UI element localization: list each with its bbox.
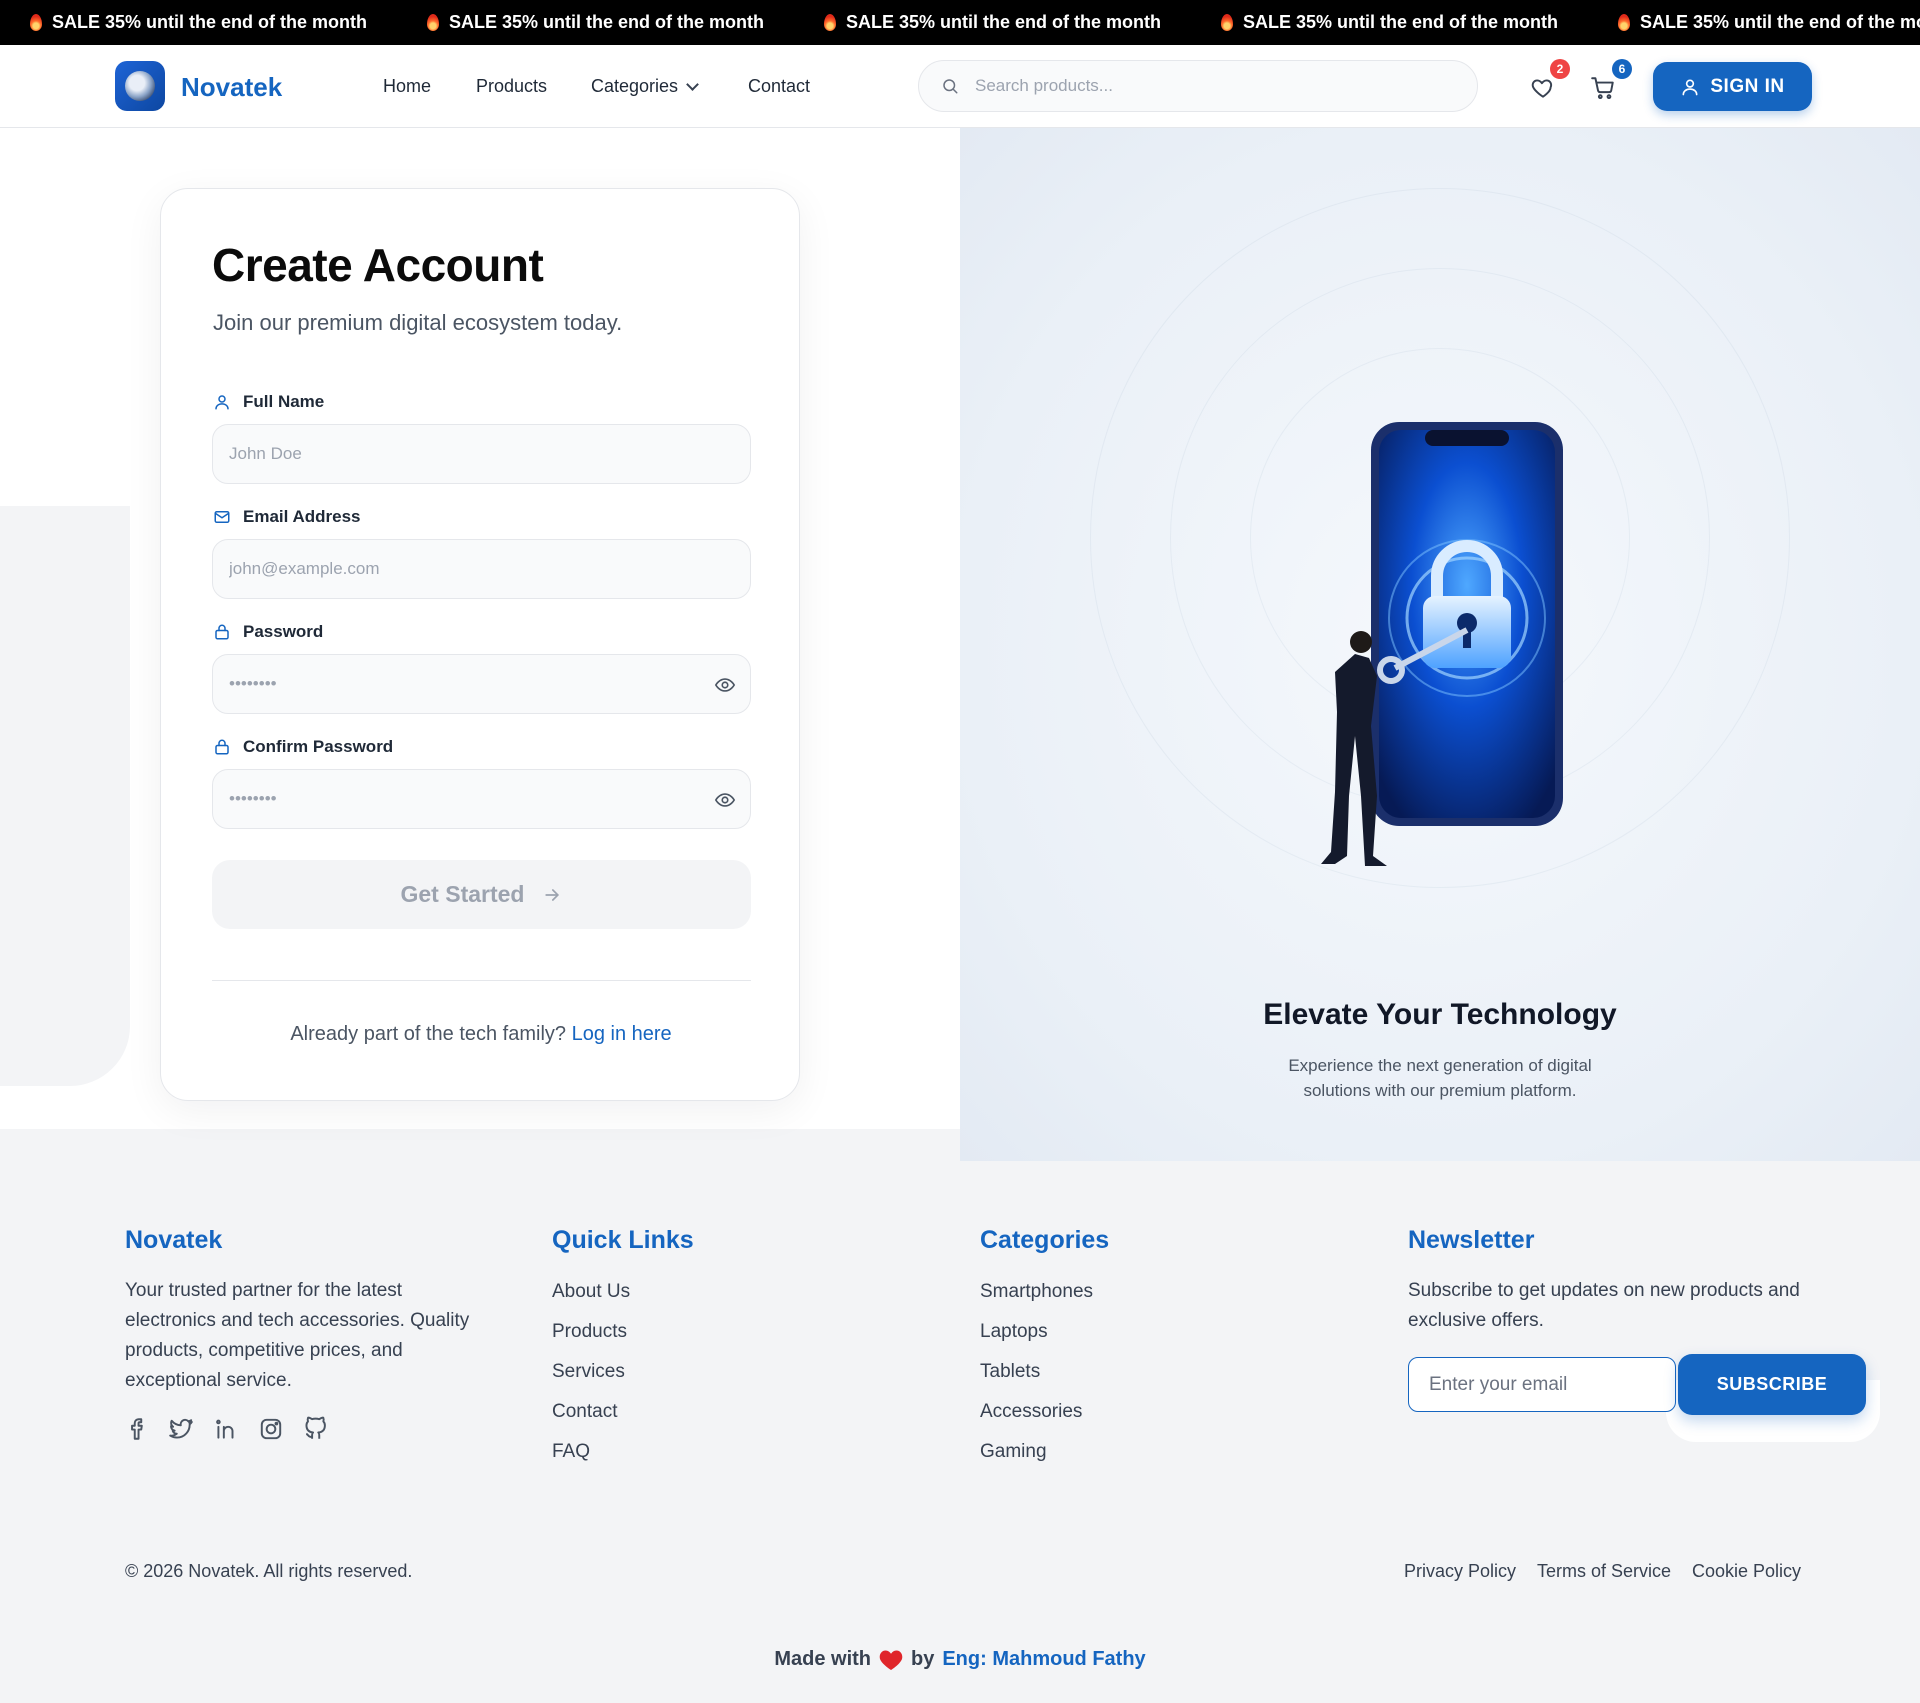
full-name-field — [212, 424, 751, 484]
login-link[interactable]: Log in here — [572, 1023, 672, 1045]
fire-icon — [824, 14, 836, 31]
footer-link-contact[interactable]: Contact — [552, 1401, 617, 1423]
nav-categories-label: Categories — [591, 76, 679, 96]
phone-security-illustration — [1321, 422, 1563, 866]
hero-subtitle: Experience the next generation of digita… — [1288, 1056, 1592, 1100]
newsletter-text: Subscribe to get updates on new products… — [1408, 1280, 1800, 1331]
privacy-policy-link[interactable]: Privacy Policy — [1404, 1561, 1516, 1582]
confirm-password-label: Confirm Password — [213, 737, 393, 757]
signup-card: Create Account Join our premium digital … — [160, 188, 800, 1101]
promo-banner: SALE 35% until the end of the month SALE… — [0, 0, 1920, 45]
lock-icon — [215, 624, 229, 640]
logo-icon — [125, 71, 155, 101]
footer-link-services[interactable]: Services — [552, 1361, 625, 1383]
email-field — [212, 539, 751, 599]
cart-icon — [1591, 77, 1614, 100]
get-started-button[interactable]: Get Started — [212, 860, 751, 929]
footer-link-products[interactable]: Products — [552, 1321, 627, 1343]
terms-of-service-link[interactable]: Terms of Service — [1537, 1561, 1671, 1582]
promo-item: SALE 35% until the end of the month — [427, 12, 764, 33]
chevron-down-icon — [686, 78, 699, 91]
fire-icon — [427, 14, 439, 31]
footer-brand-heading: Novatek — [125, 1226, 223, 1254]
user-icon — [215, 395, 229, 410]
instagram-icon[interactable] — [258, 1416, 284, 1442]
footer-category-gaming[interactable]: Gaming — [980, 1441, 1047, 1463]
categories-heading: Categories — [980, 1226, 1110, 1254]
subscribe-button[interactable]: SUBSCRIBE — [1678, 1354, 1866, 1415]
divider — [212, 980, 751, 981]
nav-products[interactable]: Products — [476, 76, 547, 97]
fire-icon — [1221, 14, 1233, 31]
twitter-icon[interactable] — [168, 1416, 194, 1442]
mail-icon — [214, 511, 230, 523]
get-started-label: Get Started — [400, 881, 525, 907]
heart-icon — [879, 1650, 903, 1670]
brand-name[interactable]: Novatek — [181, 72, 282, 103]
site-header: Novatek Home Products Categories Contact… — [0, 45, 1920, 128]
hero-title: Elevate Your Technology — [1263, 998, 1617, 1031]
wishlist-button[interactable]: 2 — [1530, 59, 1570, 101]
show-password-icon[interactable] — [714, 674, 736, 696]
cart-count-badge: 6 — [1612, 59, 1632, 79]
footer-about-text: Your trusted partner for the latest elec… — [125, 1280, 470, 1391]
facebook-icon[interactable] — [125, 1416, 151, 1442]
quick-links-heading: Quick Links — [552, 1226, 694, 1254]
wishlist-count-badge: 2 — [1550, 59, 1570, 79]
promo-item: SALE 35% until the end of the month — [824, 12, 1161, 33]
footer-category-laptops[interactable]: Laptops — [980, 1321, 1048, 1343]
promo-item: SALE 35% until the end of the month — [30, 12, 367, 33]
promo-item: SALE 35% until the end of the month — [1221, 12, 1558, 33]
nav-contact[interactable]: Contact — [748, 76, 810, 97]
newsletter-heading: Newsletter — [1408, 1226, 1535, 1254]
sign-in-button[interactable]: SIGN IN — [1653, 62, 1812, 111]
fire-icon — [1618, 14, 1630, 31]
heart-icon — [1531, 79, 1553, 98]
logo[interactable] — [115, 61, 165, 111]
made-with-credit: Made with by Eng: Mahmoud Fathy — [774, 1648, 1146, 1671]
page-subtitle: Join our premium digital ecosystem today… — [213, 310, 623, 335]
nav-categories[interactable]: Categories — [591, 76, 699, 97]
search-icon — [943, 79, 958, 94]
lock-icon — [215, 739, 229, 755]
hero-panel: Elevate Your Technology Experience the n… — [960, 128, 1920, 1161]
footer-link-about[interactable]: About Us — [552, 1281, 630, 1303]
password-input[interactable] — [229, 655, 709, 713]
sign-in-label: SIGN IN — [1710, 75, 1785, 97]
user-icon — [1682, 79, 1698, 95]
footer-category-tablets[interactable]: Tablets — [980, 1361, 1040, 1383]
full-name-input[interactable] — [229, 425, 709, 483]
confirm-password-field — [212, 769, 751, 829]
email-label: Email Address — [213, 507, 360, 527]
cart-button[interactable]: 6 — [1590, 59, 1632, 101]
footer-link-faq[interactable]: FAQ — [552, 1441, 590, 1463]
search-input[interactable] — [975, 61, 1455, 111]
password-field — [212, 654, 751, 714]
arrow-right-icon — [545, 888, 560, 901]
linkedin-icon[interactable] — [213, 1416, 239, 1442]
confirm-password-input[interactable] — [229, 770, 709, 828]
search-bar — [918, 60, 1478, 112]
show-password-icon[interactable] — [714, 789, 736, 811]
page-title: Create Account — [212, 239, 544, 291]
github-icon[interactable] — [303, 1416, 329, 1442]
author-link[interactable]: Eng: Mahmoud Fathy — [942, 1648, 1145, 1671]
fire-icon — [30, 14, 42, 31]
copyright-text: © 2026 Novatek. All rights reserved. — [125, 1561, 413, 1581]
cookie-policy-link[interactable]: Cookie Policy — [1692, 1561, 1801, 1582]
login-prompt: Already part of the tech family? Log in … — [290, 1023, 672, 1045]
footer-category-smartphones[interactable]: Smartphones — [980, 1281, 1093, 1303]
promo-item: SALE 35% until the end of the month — [1618, 12, 1920, 33]
footer-category-accessories[interactable]: Accessories — [980, 1401, 1082, 1423]
password-label: Password — [213, 622, 323, 642]
email-input[interactable] — [229, 540, 709, 598]
full-name-label: Full Name — [213, 392, 324, 412]
newsletter-email-input[interactable] — [1408, 1357, 1676, 1412]
nav-home[interactable]: Home — [383, 76, 431, 97]
